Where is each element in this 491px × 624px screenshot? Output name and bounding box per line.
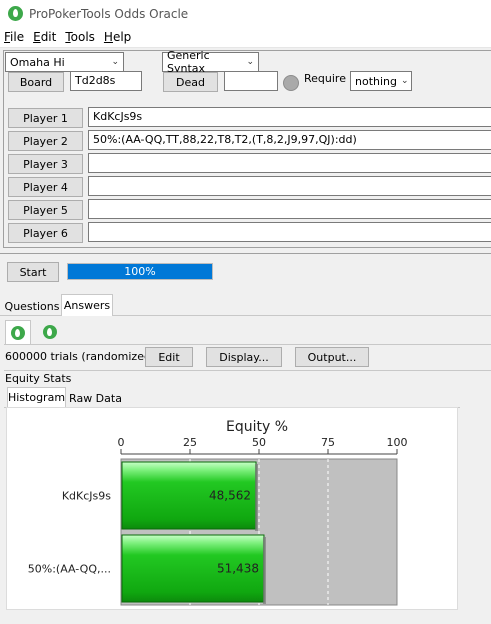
bar-shadow [262, 537, 266, 604]
x-tick-label: 25 [183, 436, 197, 449]
result-tab-2[interactable] [37, 320, 63, 344]
equity-chart: Equity % 0 25 50 75 100 48,562 KdKcJs9s 51,438 50… [28, 419, 408, 606]
player-4-field[interactable] [88, 176, 491, 196]
title-bar: ProPokerTools Odds Oracle [0, 0, 491, 27]
spade-icon [43, 325, 57, 339]
chevron-down-icon: ⌄ [246, 57, 254, 67]
bar-shadow [255, 464, 259, 531]
menu-bar: File Edit Tools Help [0, 27, 491, 48]
tab-questions[interactable]: Questions [4, 296, 60, 316]
require-select-value: nothing [355, 74, 397, 88]
player-3-button[interactable]: Player 3 [8, 154, 83, 174]
require-select[interactable]: nothing ⌄ [350, 71, 412, 91]
x-tick-label: 75 [321, 436, 335, 449]
bar-value-label: 48,562 [209, 489, 251, 503]
bar-value-label: 51,438 [217, 562, 259, 576]
x-tick-label: 0 [118, 436, 125, 449]
chevron-down-icon: ⌄ [401, 76, 409, 86]
menu-help[interactable]: Help [104, 30, 131, 44]
category-label: KdKcJs9s [62, 490, 111, 503]
status-indicator [283, 75, 299, 91]
tab-answers[interactable]: Answers [61, 294, 113, 316]
trials-text: 600000 trials (randomized) [5, 350, 156, 363]
player-1-field[interactable]: KdKcJs9s [88, 107, 491, 127]
start-button[interactable]: Start [7, 262, 59, 282]
dead-field[interactable] [224, 71, 278, 91]
player-1-button[interactable]: Player 1 [8, 108, 83, 128]
icon-tab-strip-border [4, 344, 491, 345]
window-title: ProPokerTools Odds Oracle [29, 6, 189, 21]
chart-panel: Equity % 0 25 50 75 100 48,562 KdKcJs9s 51,438 50… [6, 407, 458, 610]
chart-title: Equity % [226, 419, 288, 435]
syntax-select[interactable]: Generic Syntax ⌄ [162, 49, 259, 75]
player-2-button[interactable]: Player 2 [8, 131, 83, 151]
x-tick-label: 100 [387, 436, 408, 449]
dead-button[interactable]: Dead [163, 72, 218, 92]
menu-tools[interactable]: Tools [65, 30, 95, 44]
player-4-button[interactable]: Player 4 [8, 177, 83, 197]
player-5-button[interactable]: Player 5 [8, 200, 83, 220]
toolbar-divider [4, 370, 491, 371]
progress-text: 100% [124, 265, 156, 278]
display-button[interactable]: Display... [206, 347, 282, 367]
spade-icon [8, 6, 23, 21]
section-label: Equity Stats [5, 372, 72, 385]
menu-file[interactable]: File [4, 30, 24, 44]
player-6-field[interactable] [88, 222, 491, 242]
result-tab-1[interactable] [5, 320, 31, 344]
x-tick-label: 50 [252, 436, 266, 449]
splitter[interactable] [0, 253, 491, 254]
game-select[interactable]: Omaha Hi ⌄ [5, 52, 124, 72]
board-field[interactable]: Td2d8s [70, 71, 142, 91]
tab-histogram[interactable]: Histogram [7, 387, 66, 407]
game-select-value: Omaha Hi [10, 55, 65, 69]
output-button[interactable]: Output... [295, 347, 369, 367]
chevron-down-icon: ⌄ [111, 57, 119, 67]
board-button[interactable]: Board [8, 72, 64, 92]
player-2-field[interactable]: 50%:(AA-QQ,TT,88,22,T8,T2,(T,8,2,J9,97,Q… [88, 130, 491, 150]
spade-icon [11, 325, 25, 340]
category-label: 50%:(AA-QQ,... [28, 563, 111, 576]
require-label: Require [304, 72, 346, 85]
tab-raw-data[interactable]: Raw Data [67, 388, 124, 408]
progress-bar: 100% [67, 263, 213, 280]
player-3-field[interactable] [88, 153, 491, 173]
player-6-button[interactable]: Player 6 [8, 223, 83, 243]
menu-edit[interactable]: Edit [33, 30, 56, 44]
player-5-field[interactable] [88, 199, 491, 219]
edit-button[interactable]: Edit [145, 347, 193, 367]
